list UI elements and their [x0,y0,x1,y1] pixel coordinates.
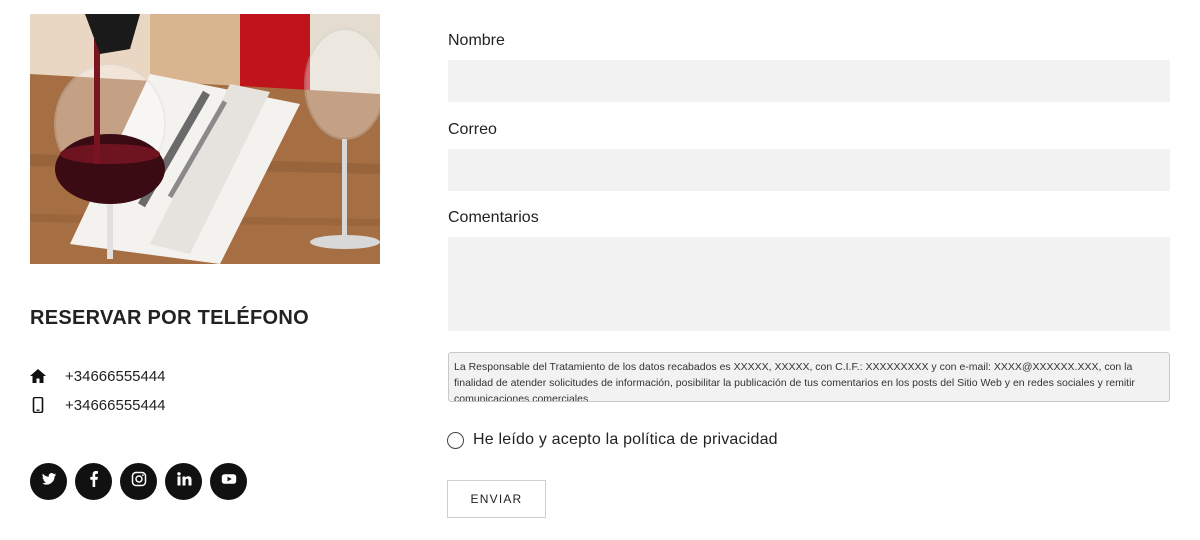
name-input[interactable] [448,60,1170,102]
email-input[interactable] [448,149,1170,191]
reserve-phone-heading: RESERVAR POR TELÉFONO [30,307,309,329]
twitter-link[interactable] [30,463,67,500]
legal-notice-box[interactable]: La Responsable del Tratamiento de los da… [448,352,1170,402]
facebook-link[interactable] [75,463,112,500]
mobile-phone-icon [30,397,46,413]
contact-phone-mobile: +34666555444 [30,395,166,415]
home-icon [30,368,46,384]
comments-label: Comentarios [448,209,539,226]
linkedin-icon [176,471,192,492]
twitter-icon [41,471,57,492]
facebook-icon [86,471,102,492]
youtube-link[interactable] [210,463,247,500]
name-label: Nombre [448,32,505,49]
social-links [30,463,247,500]
instagram-link[interactable] [120,463,157,500]
privacy-radio[interactable] [447,431,464,449]
comments-textarea[interactable] [448,237,1170,331]
contact-phone-home: +34666555444 [30,366,166,386]
privacy-label: He leído y acepto la política de privaci… [473,431,778,448]
phone-mobile-text: +34666555444 [65,396,166,414]
privacy-consent[interactable]: He leído y acepto la política de privaci… [447,431,778,449]
instagram-icon [131,471,147,492]
submit-button[interactable]: ENVIAR [447,480,546,518]
restaurant-photo [30,14,380,264]
linkedin-link[interactable] [165,463,202,500]
email-label: Correo [448,121,497,138]
youtube-icon [221,471,237,492]
phone-home-text: +34666555444 [65,367,166,385]
